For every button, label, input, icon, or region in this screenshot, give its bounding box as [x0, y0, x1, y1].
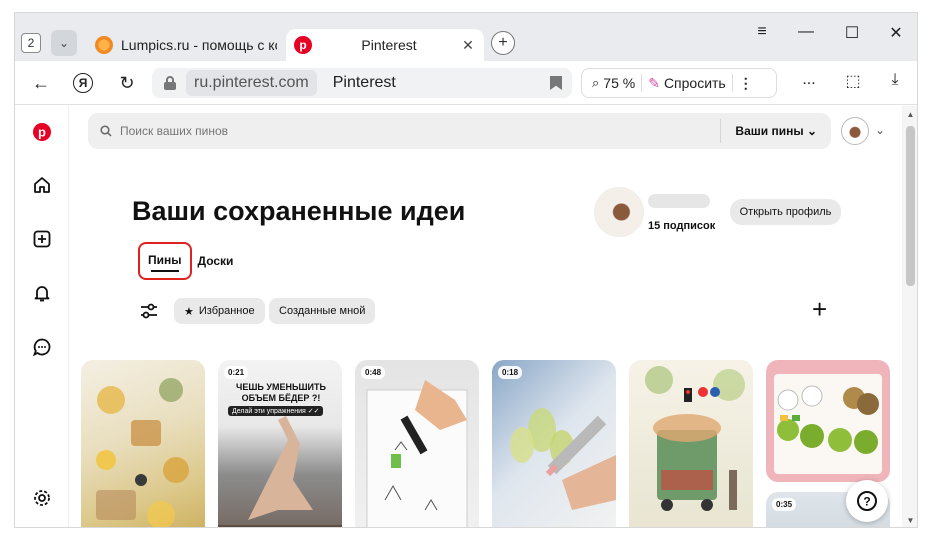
pinterest-logo-icon[interactable]: p	[30, 120, 54, 144]
back-icon[interactable]: ←	[27, 69, 55, 97]
tab-count-button[interactable]: 2	[21, 33, 41, 53]
zoom-level[interactable]: 75 %	[603, 75, 635, 91]
extensions-icon[interactable]: ⬚	[839, 71, 867, 91]
more-menu[interactable]: ...	[795, 71, 823, 89]
open-profile-button[interactable]: Открыть профиль	[730, 199, 841, 225]
messages-icon[interactable]	[30, 335, 54, 359]
pinterest-favicon-icon: p	[294, 36, 312, 54]
scroll-thumb[interactable]	[906, 126, 915, 286]
url-page-title: Pinterest	[332, 74, 396, 91]
divider	[641, 74, 643, 92]
zoom-and-assistant: ⌕ 75 % ✎ Спросить ⋮	[581, 68, 777, 98]
address-bar: ← Я ↻ ru.pinterest.com Pinterest ⌕ 75 % …	[15, 61, 917, 105]
divider	[731, 74, 733, 92]
created-by-me-chip[interactable]: Созданные мной	[269, 298, 376, 324]
scroll-down-icon[interactable]: ▼	[906, 516, 915, 525]
star-icon: ★	[184, 305, 194, 318]
content-tabs: Пины Доски	[138, 242, 233, 280]
chevron-down-icon[interactable]: ⌄	[875, 123, 885, 137]
filter-icon[interactable]	[138, 300, 162, 324]
tab-lumpics[interactable]: Lumpics.ru - помощь с ком	[87, 29, 277, 61]
lock-icon	[164, 76, 176, 90]
create-icon[interactable]	[30, 227, 54, 251]
close-tab-icon[interactable]: ✕	[458, 37, 478, 54]
chevron-down-icon[interactable]: ⌄	[51, 30, 77, 56]
scroll-up-icon[interactable]: ▲	[906, 110, 915, 119]
subscriptions-count[interactable]: 15 подписок	[648, 220, 715, 232]
ask-ai-icon: ✎	[648, 74, 660, 91]
help-button[interactable]: ?	[846, 480, 888, 522]
home-icon[interactable]	[30, 173, 54, 197]
divider	[720, 119, 722, 143]
favorites-label: Избранное	[198, 305, 255, 317]
pin-image-drawing	[366, 380, 468, 527]
video-duration-badge: 0:35	[772, 498, 797, 511]
profile-name-blurred	[648, 194, 710, 208]
pin-card[interactable]	[766, 360, 890, 482]
yandex-icon[interactable]: Я	[73, 73, 93, 93]
bell-icon[interactable]	[30, 281, 54, 305]
more-options-icon[interactable]: ⋮	[739, 75, 753, 92]
page-scrollbar[interactable]: ▲ ▼	[902, 106, 917, 527]
plus-icon[interactable]: +	[812, 296, 827, 322]
pin-image-watercolor	[510, 408, 616, 510]
search-bar[interactable]: Ваши пины ⌄	[88, 113, 831, 149]
maximize-icon[interactable]: ☐	[837, 23, 867, 43]
video-duration-badge: 0:18	[498, 366, 523, 379]
main-content: Ваши пины ⌄ ⌄ Ваши сохраненные идеи 15 п…	[70, 106, 902, 527]
close-window-icon[interactable]: ✕	[881, 23, 911, 43]
pin-card[interactable]: 0:18	[492, 360, 616, 527]
tab-title: Lumpics.ru - помощь с ком	[121, 37, 277, 53]
svg-text:?: ?	[863, 495, 870, 509]
pin-image-kiwi	[774, 374, 882, 474]
reload-icon[interactable]: ↻	[113, 69, 141, 97]
avatar[interactable]	[841, 117, 869, 145]
favorites-chip[interactable]: ★ Избранное	[174, 298, 265, 324]
pin-image-bees	[96, 378, 189, 527]
help-icon: ?	[857, 491, 877, 511]
pin-card[interactable]	[629, 360, 753, 527]
search-zoom-icon[interactable]: ⌕	[592, 75, 599, 91]
browser-window: 2 ⌄ Lumpics.ru - помощь с ком p Pinteres…	[14, 12, 918, 528]
tab-pins[interactable]: Пины	[138, 242, 192, 280]
lumpics-favicon-icon	[95, 36, 113, 54]
svg-text:p: p	[38, 125, 46, 140]
chevron-down-icon: ⌄	[806, 124, 817, 138]
url-field[interactable]: ru.pinterest.com Pinterest	[152, 68, 572, 98]
pin-image-truck	[645, 366, 745, 511]
search-icon	[100, 124, 114, 138]
your-pins-label: Ваши пины	[735, 124, 804, 138]
page-title: Ваши сохраненные идеи	[132, 196, 466, 226]
ask-button[interactable]: Спросить	[664, 75, 726, 91]
pin-card[interactable]: 0:48	[355, 360, 479, 527]
new-tab-button[interactable]: +	[491, 31, 515, 55]
pin-image-workout	[218, 416, 342, 527]
pin-card[interactable]: 0:21 ЧЕШЬ УМЕНЬШИТЬ ОБЪЕМ БЁДЕР ?! Делай…	[218, 360, 342, 527]
bookmark-icon[interactable]	[550, 76, 562, 90]
url-domain: ru.pinterest.com	[186, 70, 317, 96]
your-pins-dropdown[interactable]: Ваши пины ⌄	[735, 124, 817, 138]
video-duration-badge: 0:48	[361, 366, 386, 379]
tab-boards[interactable]: Доски	[198, 254, 234, 268]
tab-bar: 2 ⌄ Lumpics.ru - помощь с ком p Pinteres…	[15, 13, 917, 61]
download-icon[interactable]: ⤓	[881, 71, 909, 89]
tab-pinterest[interactable]: p Pinterest ✕	[286, 29, 484, 61]
pin-card[interactable]	[81, 360, 205, 527]
settings-icon[interactable]	[30, 486, 54, 510]
minimize-icon[interactable]: —	[791, 23, 821, 41]
tab-title: Pinterest	[361, 37, 417, 53]
search-input[interactable]	[120, 124, 721, 138]
browser-menu-icon[interactable]: ≡	[747, 23, 777, 41]
profile-avatar[interactable]	[594, 187, 644, 237]
pinterest-sidebar: p	[15, 106, 69, 527]
